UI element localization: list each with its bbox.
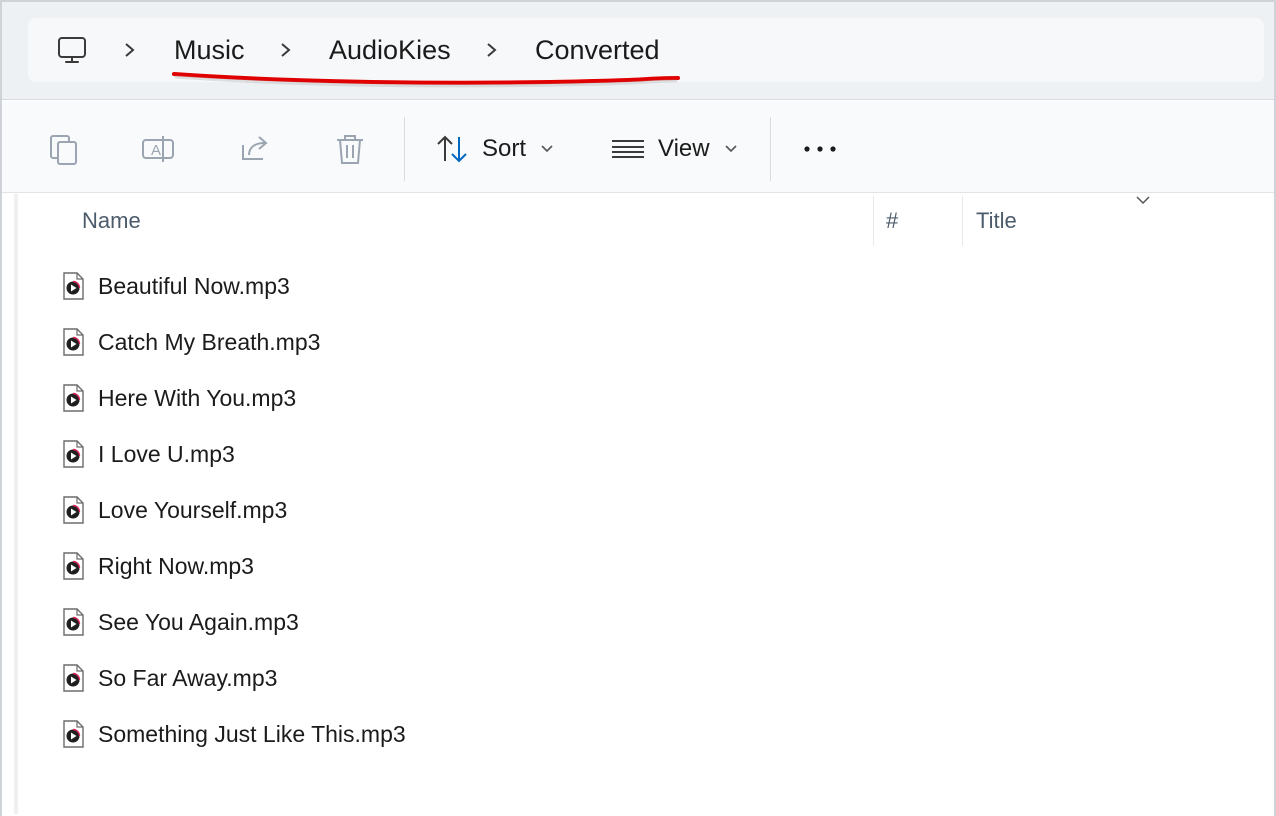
- file-row[interactable]: So Far Away.mp3: [62, 656, 277, 700]
- file-list-pane: Name # Title Beautiful Now.mp3 Catch My B…: [2, 194, 1274, 816]
- audio-file-icon: [63, 440, 84, 468]
- file-row[interactable]: Something Just Like This.mp3: [62, 712, 406, 756]
- red-underline-annotation: [172, 72, 680, 88]
- file-row[interactable]: Right Now.mp3: [62, 544, 254, 588]
- sort-button[interactable]: Sort: [434, 127, 554, 171]
- chevron-down-icon: [541, 145, 553, 153]
- file-name: Here With You.mp3: [98, 384, 297, 411]
- audio-file-icon: [63, 608, 84, 636]
- audio-file-icon: [63, 720, 84, 748]
- delete-icon: [337, 135, 363, 164]
- breadcrumb-audiokies[interactable]: AudioKies: [329, 32, 451, 68]
- view-icon: [612, 140, 644, 158]
- chevron-right-icon[interactable]: [276, 36, 296, 64]
- rename-button[interactable]: A: [140, 127, 176, 171]
- chevron-right-icon[interactable]: [120, 36, 140, 64]
- column-header-number[interactable]: #: [886, 208, 898, 234]
- file-row[interactable]: See You Again.mp3: [62, 600, 299, 644]
- rename-icon: A: [142, 136, 174, 162]
- command-bar: A Sort View: [2, 101, 1274, 193]
- share-icon: [242, 136, 268, 160]
- left-pane-edge: [14, 194, 18, 814]
- sort-label: Sort: [482, 135, 527, 162]
- chevron-down-icon: [725, 145, 737, 153]
- file-name: See You Again.mp3: [98, 608, 299, 635]
- sort-icon: [437, 135, 467, 163]
- toolbar-divider: [770, 117, 771, 181]
- file-name: Something Just Like This.mp3: [98, 720, 406, 747]
- audio-file-icon: [63, 552, 84, 580]
- file-name: Beautiful Now.mp3: [98, 272, 290, 299]
- file-name: Catch My Breath.mp3: [98, 328, 321, 355]
- audio-file-icon: [63, 328, 84, 356]
- audio-file-icon: [63, 496, 84, 524]
- file-row[interactable]: Catch My Breath.mp3: [62, 320, 320, 364]
- copy-button[interactable]: [46, 127, 82, 171]
- column-divider[interactable]: [962, 196, 963, 246]
- chevron-down-icon[interactable]: [1134, 194, 1152, 206]
- file-name: Love Yourself.mp3: [98, 496, 288, 523]
- delete-button[interactable]: [332, 127, 368, 171]
- column-header-name[interactable]: Name: [82, 208, 141, 234]
- toolbar-divider: [404, 117, 405, 181]
- file-name: I Love U.mp3: [98, 440, 235, 467]
- file-explorer-window: Music AudioKies Converted A Sort View Na…: [0, 0, 1276, 816]
- computer-icon[interactable]: [56, 34, 88, 66]
- file-row[interactable]: I Love U.mp3: [62, 432, 235, 476]
- file-row[interactable]: Here With You.mp3: [62, 376, 296, 420]
- file-name: Right Now.mp3: [98, 552, 254, 579]
- column-divider[interactable]: [873, 196, 874, 246]
- share-button[interactable]: [237, 127, 273, 171]
- audio-file-icon: [63, 664, 84, 692]
- copy-icon: [50, 135, 77, 165]
- view-button[interactable]: View: [610, 127, 738, 171]
- audio-file-icon: [63, 272, 84, 300]
- breadcrumb-music[interactable]: Music: [174, 32, 245, 68]
- audio-file-icon: [63, 384, 84, 412]
- more-icon: [804, 146, 836, 152]
- svg-text:A: A: [151, 142, 161, 159]
- breadcrumb-converted[interactable]: Converted: [535, 32, 660, 68]
- address-area: Music AudioKies Converted: [2, 2, 1274, 100]
- chevron-right-icon[interactable]: [482, 36, 502, 64]
- more-options-button[interactable]: [802, 127, 838, 171]
- file-name: So Far Away.mp3: [98, 664, 278, 691]
- file-row[interactable]: Love Yourself.mp3: [62, 488, 287, 532]
- column-header-title[interactable]: Title: [976, 208, 1017, 234]
- file-row[interactable]: Beautiful Now.mp3: [62, 264, 290, 308]
- view-label: View: [658, 135, 710, 162]
